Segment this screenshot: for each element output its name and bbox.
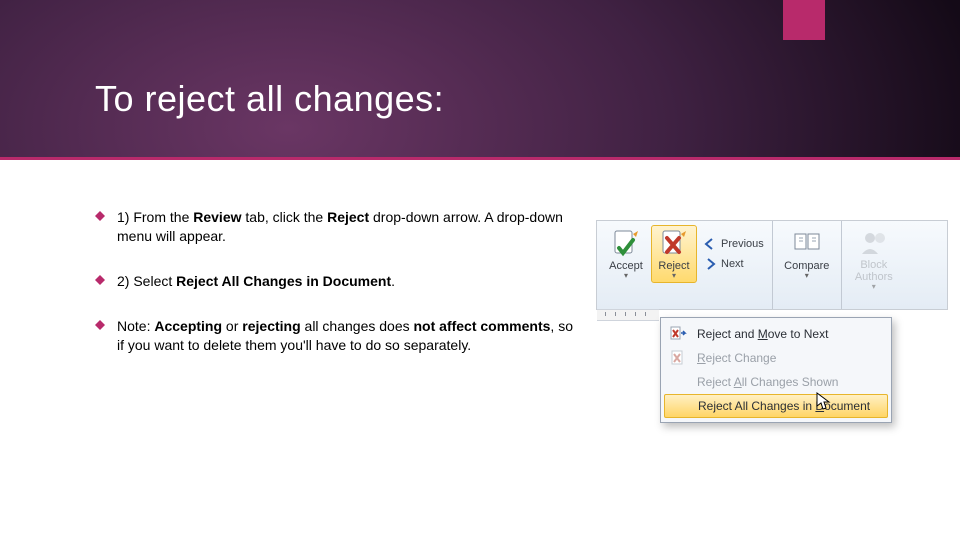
bullet-note: Note: Accepting or rejecting all changes…: [95, 317, 580, 355]
ruler-strip: [597, 309, 659, 321]
text-bold: not affect comments: [414, 318, 551, 334]
text-ul: A: [734, 375, 742, 389]
text: all changes does: [301, 318, 414, 334]
group-compare: Compare ▾: [773, 221, 842, 309]
text-bold: Accepting: [154, 318, 222, 334]
compare-button[interactable]: Compare ▾: [779, 225, 835, 283]
chevron-down-icon: ▾: [872, 282, 876, 291]
text-bold: Reject: [327, 209, 369, 225]
text-ul: M: [758, 327, 768, 341]
next-button[interactable]: Next: [701, 256, 766, 272]
accept-button[interactable]: Accept ▾: [603, 225, 649, 283]
compare-icon: [792, 228, 822, 258]
text-bold: Review: [193, 209, 241, 225]
menu-reject-and-move[interactable]: Reject and Move to Next: [661, 322, 891, 346]
diamond-icon: [95, 320, 105, 330]
text: Reject All Changes in: [698, 399, 815, 413]
menu-reject-change[interactable]: Reject Change: [661, 346, 891, 370]
next-icon: [703, 257, 717, 271]
text: eject Change: [706, 351, 777, 365]
chevron-down-icon: ▾: [672, 271, 676, 280]
reject-change-icon: [669, 349, 687, 367]
text: tab, click the: [242, 209, 328, 225]
accept-icon: [611, 228, 641, 258]
previous-button[interactable]: Previous: [701, 236, 766, 252]
text: 1) From the: [117, 209, 193, 225]
reject-next-icon: [669, 325, 687, 343]
group-changes: Accept ▾ Reject ▾ Previous: [597, 221, 773, 309]
blank-icon: [670, 397, 688, 415]
menu-reject-all-in-document[interactable]: Reject All Changes in Document: [664, 394, 888, 418]
reject-dropdown-menu: Reject and Move to Next Reject Change Re…: [660, 317, 892, 423]
slide-title: To reject all changes:: [95, 78, 444, 120]
previous-label: Previous: [721, 238, 764, 250]
blank-icon: [669, 373, 687, 391]
chevron-down-icon: ▾: [624, 271, 628, 280]
text: ll Changes Shown: [742, 375, 839, 389]
text: Note:: [117, 318, 154, 334]
text: .: [391, 273, 395, 289]
word-ribbon-screenshot: Accept ▾ Reject ▾ Previous: [596, 220, 948, 310]
previous-icon: [703, 237, 717, 251]
slide-header: To reject all changes:: [0, 0, 960, 160]
block-authors-button[interactable]: Block Authors ▾: [848, 225, 900, 294]
bullet-step-2: 2) Select Reject All Changes in Document…: [95, 272, 580, 291]
text-ul: R: [697, 351, 706, 365]
text: 2) Select: [117, 273, 176, 289]
cursor-icon: [815, 391, 831, 411]
menu-reject-all-shown[interactable]: Reject All Changes Shown: [661, 370, 891, 394]
text: or: [222, 318, 242, 334]
diamond-icon: [95, 275, 105, 285]
next-label: Next: [721, 258, 744, 270]
text-bold: rejecting: [242, 318, 300, 334]
reject-button[interactable]: Reject ▾: [651, 225, 697, 283]
text: ove to Next: [768, 327, 829, 341]
text: Reject and: [697, 327, 758, 341]
diamond-icon: [95, 211, 105, 221]
accent-tab: [783, 0, 825, 40]
block-authors-icon: [859, 228, 889, 258]
bullet-step-1: 1) From the Review tab, click the Reject…: [95, 208, 580, 246]
block-authors-label: Block Authors: [851, 260, 897, 283]
text: Reject: [697, 375, 734, 389]
text-bold: Reject All Changes in Document: [176, 273, 391, 289]
chevron-down-icon: ▾: [805, 271, 809, 280]
reject-icon: [659, 228, 689, 258]
group-protect: Block Authors ▾: [842, 221, 906, 309]
